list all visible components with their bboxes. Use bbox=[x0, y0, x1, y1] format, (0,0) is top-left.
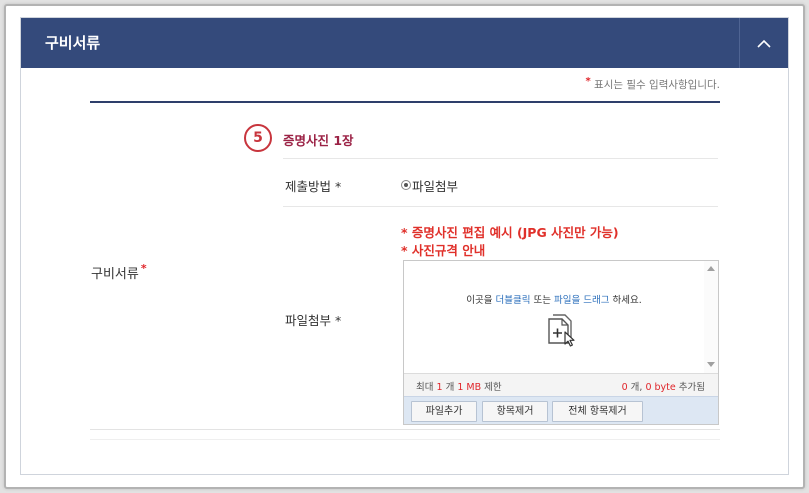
scroll-up-arrow-icon[interactable] bbox=[707, 266, 715, 271]
uploader-button-bar: 파일추가 항목제거 전체 항목제거 bbox=[404, 396, 718, 424]
dropzone-doubleclick: 더블클릭 bbox=[495, 295, 531, 306]
add-file-button[interactable]: 파일추가 bbox=[411, 401, 477, 422]
dropzone-text: 이곳을 bbox=[466, 295, 496, 306]
photo-edit-example-link[interactable]: * 증명사진 편집 예시 (JPG 사진만 가능) bbox=[401, 222, 619, 241]
row-divider bbox=[283, 206, 718, 207]
scroll-down-arrow-icon[interactable] bbox=[707, 362, 715, 367]
table-bottom-divider bbox=[90, 439, 720, 440]
required-mark: * bbox=[585, 76, 591, 87]
limit-text: 개 bbox=[442, 382, 458, 393]
section-label: 구비서류 * bbox=[91, 262, 147, 282]
section-label-text: 구비서류 bbox=[91, 267, 139, 282]
collapse-button[interactable] bbox=[739, 18, 788, 68]
dropzone-scrollbar[interactable] bbox=[704, 261, 718, 373]
submit-method-label: 제출방법 * bbox=[285, 179, 342, 194]
limit-text: 제한 bbox=[481, 382, 502, 393]
item-number-badge: 5 bbox=[244, 124, 272, 152]
uploader-status-bar: 최대 1 개 1 MB 제한 0 개, 0 byte 추가됨 bbox=[404, 373, 718, 396]
added-text: 추가됨 bbox=[675, 382, 705, 393]
file-attach-label: 파일첨부 * bbox=[285, 313, 342, 328]
photo-spec-guide-link[interactable]: * 사진규격 안내 bbox=[401, 240, 485, 259]
dropzone-text: 하세요. bbox=[609, 295, 642, 306]
file-add-icon bbox=[548, 314, 575, 347]
panel-title: 구비서류 bbox=[45, 34, 101, 52]
item-title: 증명사진 1장 bbox=[283, 133, 354, 148]
chevron-up-icon bbox=[757, 39, 771, 48]
remove-item-button[interactable]: 항목제거 bbox=[482, 401, 548, 422]
required-note: * 표시는 필수 입력사항입니다. bbox=[380, 76, 720, 92]
remove-all-items-button[interactable]: 전체 항목제거 bbox=[552, 401, 643, 422]
radio-file-attach[interactable] bbox=[401, 180, 411, 190]
table-bottom-divider bbox=[90, 429, 720, 430]
added-text: 개, bbox=[627, 382, 646, 393]
required-mark: * bbox=[140, 262, 147, 275]
upload-added: 0 개, 0 byte 추가됨 bbox=[622, 379, 705, 393]
file-dropzone[interactable]: 이곳을 더블클릭 또는 파일을 드래그 하세요. bbox=[404, 261, 704, 373]
required-note-text: 표시는 필수 입력사항입니다. bbox=[590, 79, 720, 91]
file-uploader: 이곳을 더블클릭 또는 파일을 드래그 하세요. 최대 1 개 1 MB 제한 … bbox=[403, 260, 719, 425]
upload-limit: 최대 1 개 1 MB 제한 bbox=[416, 379, 502, 393]
limit-text: 최대 bbox=[416, 382, 437, 393]
dropzone-text: 또는 bbox=[530, 295, 554, 306]
dropzone-instructions: 이곳을 더블클릭 또는 파일을 드래그 하세요. bbox=[404, 292, 704, 306]
limit-size: 1 MB bbox=[457, 382, 482, 393]
radio-file-attach-label[interactable]: 파일첨부 bbox=[412, 176, 458, 195]
section-divider bbox=[90, 101, 720, 103]
row-divider bbox=[283, 158, 718, 159]
dropzone-drag: 파일을 드래그 bbox=[554, 295, 610, 306]
added-size: 0 byte bbox=[645, 382, 676, 393]
panel-header: 구비서류 bbox=[21, 18, 788, 68]
